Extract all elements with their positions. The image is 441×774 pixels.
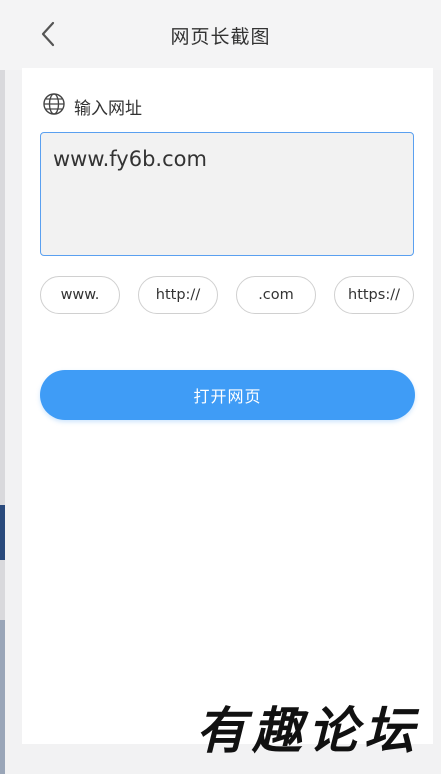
url-section-label: 输入网址 (42, 92, 142, 121)
chip-com[interactable]: .com (236, 276, 316, 314)
globe-icon (42, 92, 66, 121)
open-webpage-button[interactable]: 打开网页 (40, 370, 415, 420)
chip-https[interactable]: https:// (334, 276, 414, 314)
watermark-logo: 有趣论坛 (196, 701, 420, 760)
chip-http[interactable]: http:// (138, 276, 218, 314)
url-input[interactable]: www.fy6b.com (40, 132, 414, 256)
url-section-label-text: 输入网址 (74, 99, 142, 119)
background-app-strip-segment (0, 620, 5, 774)
background-app-strip-segment (0, 505, 5, 560)
main-card: 输入网址 www.fy6b.com www. http:// .com http… (22, 68, 433, 744)
chip-www[interactable]: www. (40, 276, 120, 314)
top-bar: 网页长截图 (0, 0, 441, 70)
background-app-strip (0, 0, 5, 774)
page-title: 网页长截图 (170, 26, 271, 48)
